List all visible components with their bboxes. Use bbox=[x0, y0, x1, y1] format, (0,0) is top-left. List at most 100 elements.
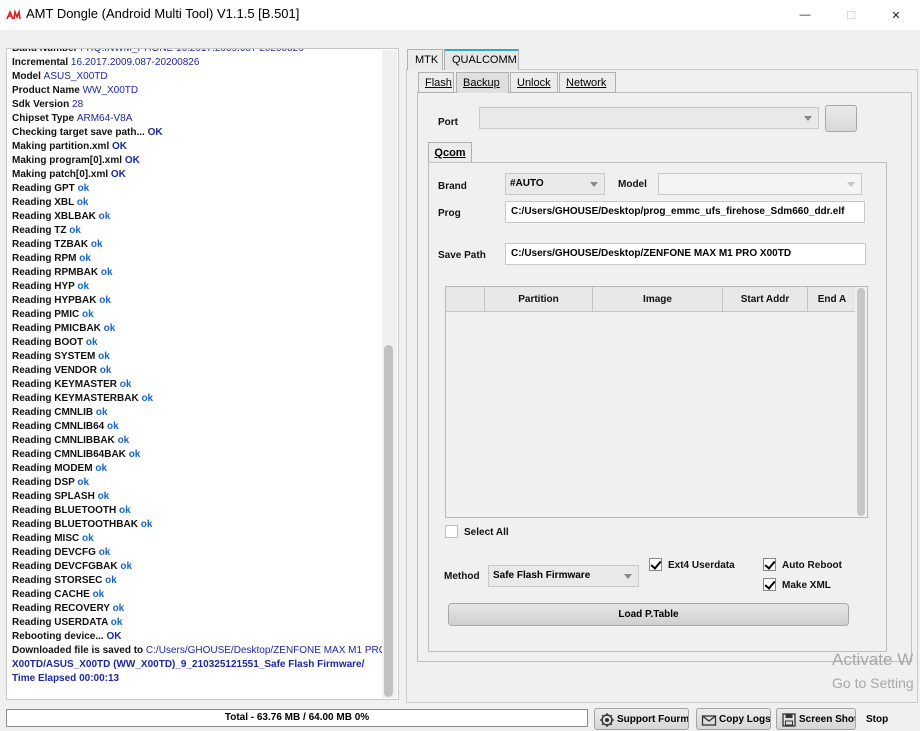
make-xml-checkbox[interactable] bbox=[763, 578, 776, 591]
tab-backup[interactable]: Backup bbox=[456, 72, 509, 93]
brand-value: #AUTO bbox=[510, 178, 544, 189]
log-line-label: Reading TZBAK bbox=[12, 239, 91, 250]
log-line: Reading CMNLIBBAK ok bbox=[12, 434, 384, 448]
column-header-select[interactable] bbox=[446, 287, 485, 312]
method-select[interactable]: Safe Flash Firmware bbox=[488, 565, 639, 587]
log-line-label: Reading RECOVERY bbox=[12, 603, 113, 614]
log-line: Reading KEYMASTERBAK ok bbox=[12, 392, 384, 406]
column-header-start-addr[interactable]: Start Addr bbox=[723, 287, 808, 312]
log-line: Reading GPT ok bbox=[12, 182, 384, 196]
log-line-value: ok bbox=[69, 225, 81, 236]
tab-qcom[interactable]: Qcom bbox=[428, 142, 472, 163]
column-header-partition[interactable]: Partition bbox=[485, 287, 593, 312]
load-ptable-button[interactable]: Load P.Table bbox=[448, 603, 849, 626]
chevron-down-icon bbox=[804, 116, 812, 121]
partition-table-scrollbar-thumb[interactable] bbox=[857, 288, 865, 516]
log-line: Product Name WW_X00TD bbox=[12, 84, 384, 98]
tab-mtk[interactable]: MTK bbox=[407, 49, 443, 70]
log-line-value: ok bbox=[99, 295, 111, 306]
port-refresh-button[interactable] bbox=[825, 105, 857, 132]
select-all-checkbox[interactable] bbox=[445, 525, 458, 538]
partition-table-scrollbar[interactable] bbox=[855, 287, 867, 517]
log-line: Reading TZBAK ok bbox=[12, 238, 384, 252]
ext4-userdata-checkbox[interactable] bbox=[649, 558, 662, 571]
column-header-image[interactable]: Image bbox=[593, 287, 723, 312]
column-header-end-addr[interactable]: End A bbox=[808, 287, 856, 312]
log-line-value: OK bbox=[106, 631, 122, 642]
log-line-label: Reading BLUETOOTHBAK bbox=[12, 519, 141, 530]
log-line-value: ok bbox=[141, 393, 154, 404]
chevron-down-icon bbox=[624, 574, 632, 579]
log-line: Reading SPLASH ok bbox=[12, 490, 384, 504]
log-line: Making program[0].xml OK bbox=[12, 154, 384, 168]
log-line-value: OK bbox=[110, 169, 126, 180]
log-line-value: ok bbox=[107, 421, 119, 432]
log-line: Reading BLUETOOTHBAK ok bbox=[12, 518, 384, 532]
save-path-field[interactable]: C:/Users/GHOUSE/Desktop/ZENFONE MAX M1 P… bbox=[505, 243, 866, 265]
log-line: Reading CMNLIB ok bbox=[12, 406, 384, 420]
log-line-value: ok bbox=[117, 435, 130, 446]
log-line-value: ok bbox=[90, 239, 103, 250]
log-line: Reading XBL ok bbox=[12, 196, 384, 210]
log-scrollbar[interactable] bbox=[382, 50, 397, 698]
maximize-button[interactable]: ☐ bbox=[828, 0, 874, 30]
log-line-value: ok bbox=[105, 575, 117, 586]
minimize-icon: — bbox=[799, 9, 811, 21]
copy-logs-button[interactable]: Copy Logs bbox=[696, 708, 771, 730]
log-line-label: Product Name bbox=[12, 85, 83, 96]
copy-logs-label: Copy Logs bbox=[719, 714, 771, 725]
log-line-value: ok bbox=[110, 617, 123, 628]
log-line-label: Reading RPMBAK bbox=[12, 267, 101, 278]
log-line: Reading CMNLIB64BAK ok bbox=[12, 448, 384, 462]
port-select[interactable] bbox=[479, 107, 819, 129]
minimize-button[interactable]: — bbox=[782, 0, 828, 30]
log-line-value: ok bbox=[77, 281, 90, 292]
log-line-value: ok bbox=[99, 365, 112, 376]
support-forum-button[interactable]: Support Fourm bbox=[594, 708, 689, 730]
log-line: Incremental 16.2017.2009.087-20200826 bbox=[12, 56, 384, 70]
log-line: Reading DEVCFG ok bbox=[12, 546, 384, 560]
model-select[interactable] bbox=[658, 173, 862, 195]
progress-text: Total - 63.76 MB / 64.00 MB 0% bbox=[224, 712, 370, 723]
brand-select[interactable]: #AUTO bbox=[505, 173, 605, 195]
log-line-label: Rebooting device... bbox=[12, 631, 107, 642]
log-line: Band Number FRQ.INWM_PHONE 16.2017.2009.… bbox=[12, 49, 384, 56]
tab-flash[interactable]: Flash bbox=[418, 72, 454, 93]
tab-unlock[interactable]: Unlock bbox=[510, 72, 558, 93]
partition-table[interactable]: Partition Image Start Addr End A bbox=[445, 286, 868, 518]
tab-qualcomm[interactable]: QUALCOMM bbox=[444, 49, 519, 70]
log-line: Reading USERDATA ok bbox=[12, 616, 384, 630]
log-line-label: Reading USERDATA bbox=[12, 617, 111, 628]
log-line-value: ok bbox=[120, 561, 133, 572]
log-line-label: Model bbox=[12, 71, 44, 82]
log-line-value: ok bbox=[98, 211, 111, 222]
log-line-value: ok bbox=[95, 463, 108, 474]
log-line-value: ok bbox=[76, 197, 89, 208]
log-line: Reading PMICBAK ok bbox=[12, 322, 384, 336]
log-line-value: C:/Users/GHOUSE/Desktop/ZENFONE MAX M1 P… bbox=[145, 645, 387, 656]
log-line-value: ok bbox=[103, 323, 116, 334]
screen-shot-button[interactable]: Screen Shot bbox=[776, 708, 856, 730]
log-line-label: Reading TZ bbox=[12, 225, 70, 236]
log-line-label: Reading HYPBAK bbox=[12, 295, 100, 306]
prog-field[interactable]: C:/Users/GHOUSE/Desktop/prog_emmc_ufs_fi… bbox=[505, 201, 865, 223]
method-value: Safe Flash Firmware bbox=[493, 570, 591, 581]
maximize-icon: ☐ bbox=[846, 9, 856, 22]
log-line: Reading DSP ok bbox=[12, 476, 384, 490]
auto-reboot-checkbox[interactable] bbox=[763, 558, 776, 571]
close-button[interactable]: ✕ bbox=[873, 0, 919, 30]
tab-network[interactable]: Network bbox=[559, 72, 616, 93]
log-line-label: Reading KEYMASTERBAK bbox=[12, 393, 142, 404]
log-line: Reading DEVCFGBAK ok bbox=[12, 560, 384, 574]
title-bar: AMT Dongle (Android Multi Tool) V1.1.5 [… bbox=[0, 0, 920, 30]
log-line-label: Reading KEYMASTER bbox=[12, 379, 120, 390]
stop-button[interactable]: Stop bbox=[866, 709, 906, 729]
log-line-value: ok bbox=[98, 547, 111, 558]
log-panel[interactable]: Band Number FRQ.INWM_PHONE 16.2017.2009.… bbox=[6, 48, 399, 700]
auto-reboot-label: Auto Reboot bbox=[782, 560, 842, 571]
log-line-value: 16.2017.2009.087-20200826 bbox=[70, 57, 200, 68]
log-scrollbar-thumb[interactable] bbox=[384, 345, 393, 697]
log-line: Making patch[0].xml OK bbox=[12, 168, 384, 182]
log-line-label: Reading BLUETOOTH bbox=[12, 505, 120, 516]
log-line: Downloaded file is saved to C:/Users/GHO… bbox=[12, 644, 387, 658]
